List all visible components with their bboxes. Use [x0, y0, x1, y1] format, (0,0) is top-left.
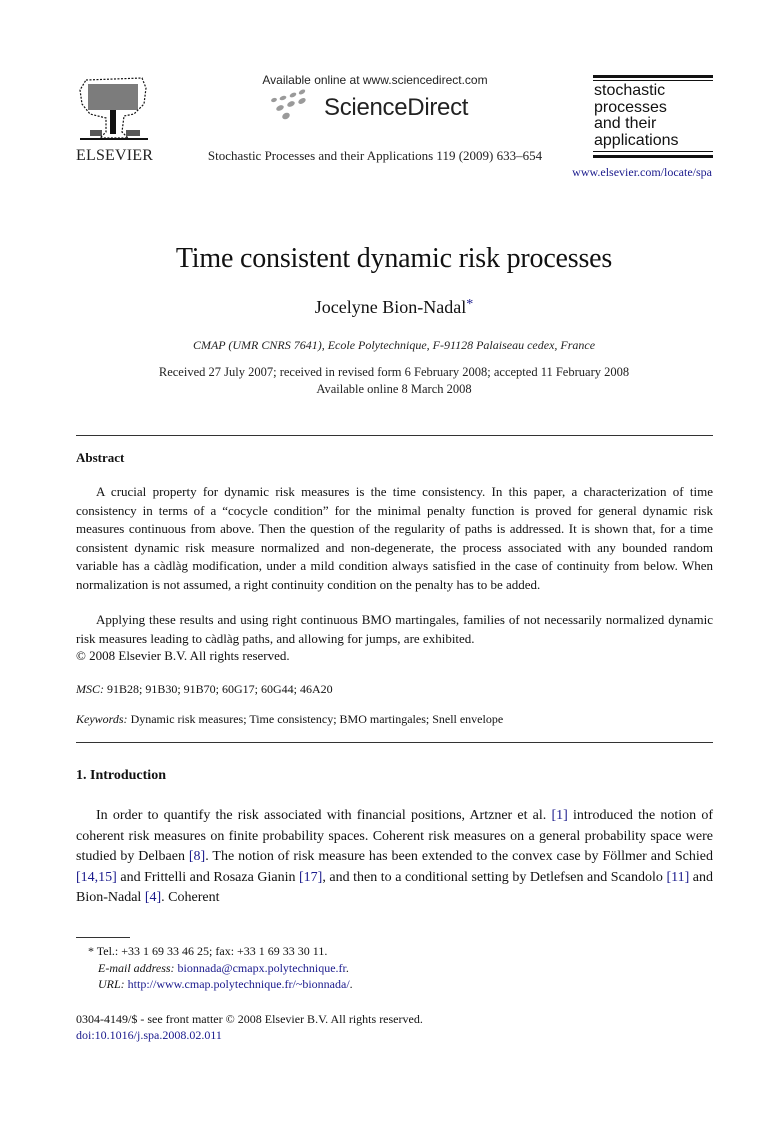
footnote-contact: * Tel.: +33 1 69 33 46 25; fax: +33 1 69…: [88, 944, 328, 958]
front-matter-notice: 0304-4149/$ - see front matter © 2008 El…: [76, 1012, 423, 1026]
keywords-label: Keywords:: [76, 712, 128, 726]
journal-logo-line: and their: [594, 115, 657, 132]
journal-reference: Stochastic Processes and their Applicati…: [207, 148, 543, 163]
journal-logo-rule-top-thin: [593, 80, 713, 81]
doi-link[interactable]: doi:10.1016/j.spa.2008.02.011: [76, 1028, 222, 1043]
sciencedirect-dots-icon: [271, 89, 306, 120]
journal-logo: stochastic processes and their applicati…: [593, 75, 713, 160]
text-segment: . The notion of risk measure has been ex…: [205, 849, 713, 864]
msc-codes: MSC: 91B28; 91B30; 91B70; 60G17; 60G44; …: [76, 682, 333, 697]
divider: [76, 435, 713, 436]
citation-link[interactable]: [4]: [145, 890, 161, 905]
article-title: Time consistent dynamic risk processes: [175, 243, 613, 274]
abstract-paragraph-text: A crucial property for dynamic risk meas…: [76, 484, 713, 592]
journal-logo-line: processes: [594, 98, 667, 116]
punctuation: .: [349, 977, 353, 991]
url-label: URL:: [98, 977, 125, 991]
available-online-date: Available online 8 March 2008: [316, 382, 472, 396]
footnote-url: URL: http://www.cmap.polytechnique.fr/~b…: [98, 977, 353, 992]
introduction-paragraph: In order to quantify the risk associated…: [76, 806, 713, 909]
abstract-paragraph: A crucial property for dynamic risk meas…: [76, 483, 713, 594]
citation-link[interactable]: [17]: [299, 870, 322, 885]
text-segment: and Frittelli and Rosaza Gianin: [116, 869, 300, 885]
introduction-paragraph-text: In order to quantify the risk associated…: [76, 808, 713, 905]
punctuation: .: [345, 961, 349, 975]
citation-link[interactable]: [11]: [666, 870, 689, 885]
msc-value: 91B28; 91B30; 91B70; 60G17; 60G44; 46A20: [107, 682, 333, 696]
text-segment: In order to quantify the risk associated…: [96, 808, 552, 823]
received-dates: Received 27 July 2007; received in revis…: [158, 365, 630, 379]
author-name: Jocelyne Bion-Nadal: [314, 297, 467, 317]
abstract-paragraph-text: Applying these results and using right c…: [76, 612, 713, 646]
journal-logo-text: stochastic processes and their applicati…: [594, 82, 679, 149]
sciencedirect-availability: Available online at www.sciencedirect.co…: [262, 73, 488, 87]
divider: [76, 742, 713, 743]
keywords: Keywords: Dynamic risk measures; Time co…: [76, 712, 503, 727]
section-heading-introduction: 1. Introduction: [76, 768, 166, 783]
text-segment: . Coherent: [161, 890, 220, 905]
msc-label: MSC:: [76, 682, 104, 696]
journal-logo-rule-top: [593, 75, 713, 78]
citation-link[interactable]: [1]: [551, 808, 567, 823]
journal-logo-rule-bottom: [593, 155, 713, 158]
footnote-email: E-mail address: bionnada@cmapx.polytechn…: [98, 961, 349, 976]
sciencedirect-wordmark: ScienceDirect: [324, 94, 469, 121]
text-segment: , and then to a conditional setting by D…: [322, 869, 667, 885]
elsevier-wordmark: ELSEVIER: [76, 147, 154, 164]
journal-logo-line: stochastic: [594, 82, 666, 99]
sciencedirect-logo[interactable]: ScienceDirect: [268, 88, 488, 124]
email-label: E-mail address:: [98, 961, 175, 975]
author-affiliation: CMAP (UMR CNRS 7641), Ecole Polytechniqu…: [192, 338, 596, 352]
journal-logo-rule-bottom-thin: [593, 151, 713, 152]
author-line: Jocelyne Bion-Nadal*: [0, 297, 780, 318]
homepage-link[interactable]: http://www.cmap.polytechnique.fr/~bionna…: [128, 977, 350, 991]
elsevier-logo: ELSEVIER: [76, 74, 154, 164]
abstract-copyright: © 2008 Elsevier B.V. All rights reserved…: [76, 648, 290, 663]
journal-logo-line: applications: [594, 131, 679, 149]
abstract-paragraph: Applying these results and using right c…: [76, 611, 713, 648]
citation-link[interactable]: [14,15]: [76, 870, 117, 885]
abstract-heading: Abstract: [76, 450, 125, 465]
citation-link[interactable]: [8]: [189, 849, 205, 864]
journal-url-link[interactable]: www.elsevier.com/locate/spa: [572, 165, 712, 180]
footnote-divider: [76, 937, 130, 938]
elsevier-tree-icon: [79, 77, 148, 140]
email-link[interactable]: bionnada@cmapx.polytechnique.fr: [178, 961, 346, 975]
author-footnote-mark[interactable]: *: [466, 297, 473, 312]
keywords-value: Dynamic risk measures; Time consistency;…: [130, 712, 504, 726]
